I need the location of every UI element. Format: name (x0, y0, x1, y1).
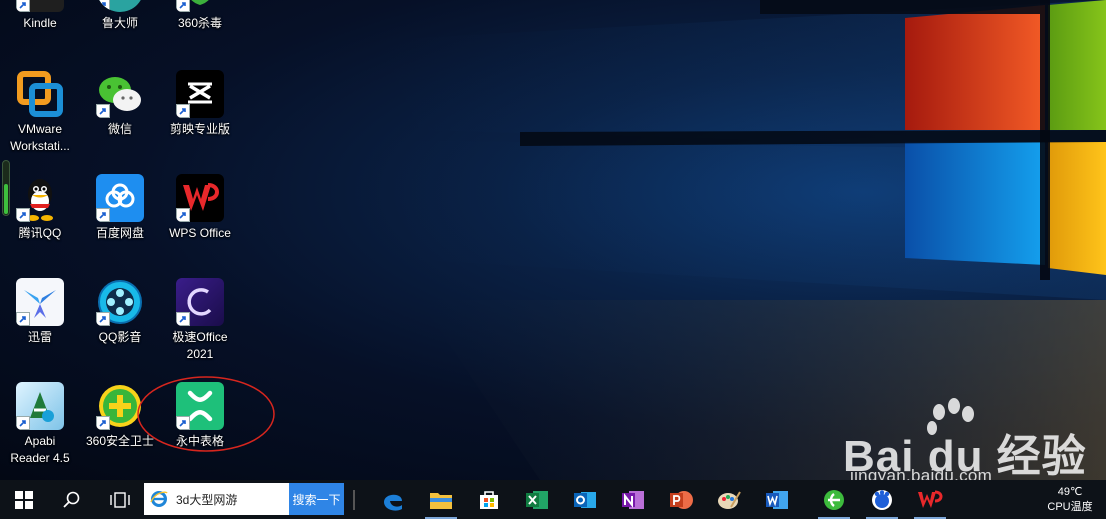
desktop-icon-qq[interactable]: 腾讯QQ (1, 174, 79, 242)
search-button[interactable] (48, 480, 96, 519)
search-input-text: 3d大型网游 (176, 492, 238, 507)
shortcut-arrow-icon (176, 312, 190, 326)
desktop-icon-label: 360杀毒 (177, 16, 223, 30)
desktop-icon-baidu-netdisk[interactable]: 百度网盘 (81, 174, 159, 242)
shortcut-arrow-icon (16, 416, 30, 430)
wechat-icon (96, 70, 144, 118)
task-view-button[interactable] (96, 480, 144, 519)
vmware-icon (16, 70, 64, 118)
desktop-icon-jisu-office[interactable]: 极速Office 2021 (161, 278, 239, 363)
desktop-icon-label: 迅雷 (27, 330, 52, 344)
taskbar-app-excel[interactable] (513, 480, 561, 519)
kindle-icon (16, 0, 64, 12)
cpu-temperature-label: CPU温度 (1047, 501, 1093, 513)
desktop-icon-360-antivirus[interactable]: 360杀毒 (161, 0, 239, 32)
excel-icon (526, 490, 548, 509)
qq-icon (16, 174, 64, 222)
desktop-icon-label: 极速Office 2021 (172, 330, 228, 361)
ludashi-icon (96, 0, 144, 12)
desktop-icon-label: VMware Workstati... (10, 122, 70, 153)
taskbar-app-edge[interactable] (369, 480, 417, 519)
taskbar-app-file-explorer[interactable] (417, 480, 465, 519)
desktop-icon-label: 微信 (107, 122, 132, 136)
shortcut-arrow-icon (96, 0, 110, 12)
windows-logo-icon (15, 490, 33, 509)
desktop-icon-label: 腾讯QQ (18, 226, 62, 240)
outlook-icon (574, 491, 596, 508)
desktop-icon-qq-player[interactable]: QQ影音 (81, 278, 159, 346)
file-explorer-icon (430, 492, 452, 509)
edge-icon (384, 494, 402, 511)
taskbar-app-outlook[interactable] (561, 480, 609, 519)
taskbar-app-onenote[interactable] (609, 480, 657, 519)
wps-icon (176, 174, 224, 222)
desktop-icon-apabi-reader[interactable]: Apabi Reader 4.5 (1, 382, 79, 467)
qq-player-icon (96, 278, 144, 326)
jisu-office-icon (176, 278, 224, 326)
shortcut-arrow-icon (16, 0, 30, 12)
apabi-reader-icon (16, 382, 64, 430)
capcut-icon (176, 70, 224, 118)
360-browser-icon (824, 489, 844, 510)
desktop-icon-label: 百度网盘 (95, 226, 144, 240)
taskbar-app-word[interactable] (753, 480, 801, 519)
shortcut-arrow-icon (96, 312, 110, 326)
paint-icon (718, 490, 741, 509)
shortcut-arrow-icon (96, 416, 110, 430)
desktop-icon-ludashi[interactable]: 鲁大师 (81, 0, 159, 32)
taskbar-app-wps[interactable] (906, 480, 954, 519)
ie-icon (150, 491, 168, 507)
taskbar-search-input[interactable]: 3d大型网游 (144, 483, 289, 515)
shortcut-arrow-icon (96, 104, 110, 118)
desktop-icon-capcut[interactable]: 剪映专业版 (161, 70, 239, 138)
search-icon (63, 491, 80, 508)
onenote-icon (622, 490, 644, 509)
search-submit-button[interactable]: 搜索一下 (289, 483, 344, 515)
shortcut-arrow-icon (176, 0, 190, 12)
desktop-icon-label: Apabi Reader 4.5 (10, 434, 70, 465)
baidu-netdisk-icon (872, 489, 892, 510)
annotation-ellipse (137, 376, 275, 452)
baidu-netdisk-icon (96, 174, 144, 222)
taskbar-app-360-browser[interactable] (810, 480, 858, 519)
start-button[interactable] (0, 480, 48, 519)
task-view-icon (110, 491, 130, 508)
xunlei-icon (16, 278, 64, 326)
desktop-icon-wps[interactable]: WPS Office (161, 174, 239, 242)
cpu-temperature-value: 49℃ (1057, 486, 1083, 498)
desktop-icon-label: Kindle (23, 16, 57, 30)
desktop-icon-kindle[interactable]: Kindle (1, 0, 79, 32)
desktop-icon-xunlei[interactable]: 迅雷 (1, 278, 79, 346)
desktop-icon-label: QQ影音 (98, 330, 142, 344)
shortcut-arrow-icon (176, 104, 190, 118)
shortcut-arrow-icon (176, 208, 190, 222)
shortcut-arrow-icon (16, 208, 30, 222)
word-icon (766, 490, 788, 509)
baidu-watermark: Bai du 经验 jingyan.baidu.com (843, 398, 1093, 493)
desktop-icon-label: 鲁大师 (101, 16, 138, 30)
powerpoint-icon (670, 490, 693, 509)
desktop-icon-vmware[interactable]: VMware Workstati... (1, 70, 79, 155)
shortcut-arrow-icon (16, 312, 30, 326)
taskbar-app-paint[interactable] (705, 480, 753, 519)
taskbar-app-baidu-netdisk[interactable] (858, 480, 906, 519)
taskbar-separator (353, 490, 355, 510)
taskbar-app-store[interactable] (465, 480, 513, 519)
taskbar-app-powerpoint[interactable] (657, 480, 705, 519)
wps-icon (918, 490, 943, 508)
360-antivirus-icon (176, 0, 224, 12)
shortcut-arrow-icon (96, 208, 110, 222)
desktop-icon-label: 剪映专业版 (169, 122, 230, 136)
desktop-icon-wechat[interactable]: 微信 (81, 70, 159, 138)
store-icon (480, 490, 498, 509)
desktop-icon-label: WPS Office (169, 226, 231, 240)
cpu-temperature-tray[interactable]: 49℃ CPU温度 (1040, 481, 1100, 519)
